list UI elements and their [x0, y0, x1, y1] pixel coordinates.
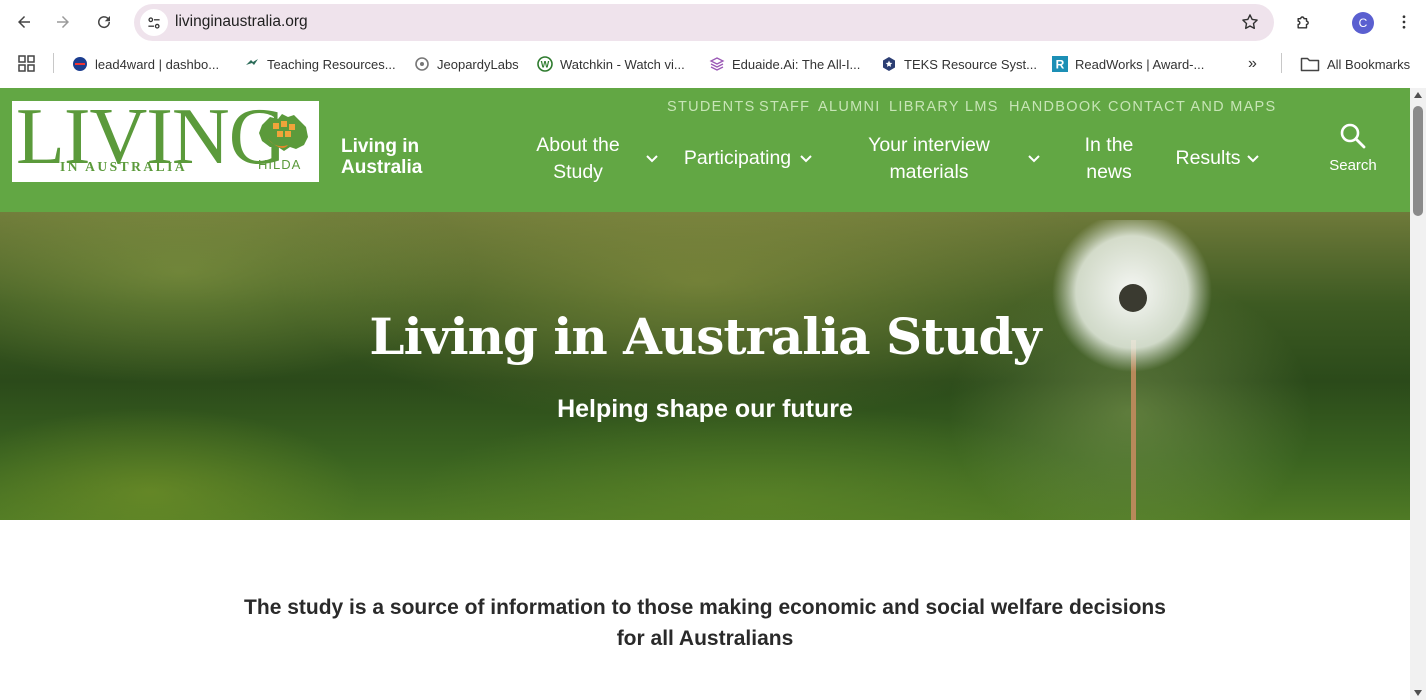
- hero-title: Living in Australia Study: [369, 307, 1041, 366]
- bookmark-lead4ward[interactable]: lead4ward | dashbo...: [72, 54, 219, 74]
- forward-arrow-icon: [57, 16, 69, 28]
- nav-participating[interactable]: Participating: [680, 145, 795, 172]
- bookmark-star-icon[interactable]: [1240, 12, 1260, 32]
- bookmarks-bar: lead4ward | dashbo... Teaching Resources…: [0, 44, 1426, 84]
- lead4ward-icon: [72, 56, 88, 72]
- teks-icon: [881, 56, 897, 72]
- chevron-down-icon[interactable]: [1246, 154, 1260, 164]
- profile-avatar[interactable]: C: [1352, 12, 1374, 34]
- bookmark-jeopardylabs[interactable]: JeopardyLabs: [414, 54, 519, 74]
- teaching-resources-icon: [244, 56, 260, 72]
- util-nav-alumni[interactable]: ALUMNI: [818, 99, 881, 117]
- nav-results[interactable]: Results: [1172, 145, 1244, 172]
- dandelion-image: [1052, 220, 1212, 520]
- site-info-button[interactable]: [140, 9, 168, 36]
- eduaide-icon: [709, 56, 725, 72]
- chevron-down-icon[interactable]: [1027, 154, 1041, 164]
- bookmark-eduaide[interactable]: Eduaide.Ai: The All-I...: [709, 54, 860, 74]
- bookmarks-overflow-button[interactable]: »: [1248, 54, 1257, 74]
- web-page: LIVING IN AUSTRALIA HILDA Living in Aust…: [0, 88, 1410, 700]
- extensions-button[interactable]: [1290, 8, 1318, 36]
- bookmark-label: ReadWorks | Award-...: [1075, 56, 1205, 72]
- all-bookmarks-label: All Bookmarks: [1327, 56, 1411, 72]
- bookmark-watchkin[interactable]: W Watchkin - Watch vi...: [537, 54, 685, 74]
- bookmarks-divider: [53, 53, 54, 73]
- browser-menu-button[interactable]: [1390, 8, 1418, 36]
- bookmark-label: Eduaide.Ai: The All-I...: [732, 56, 861, 72]
- util-nav-contact-and-maps[interactable]: CONTACT AND MAPS: [1108, 99, 1277, 117]
- bookmark-label: JeopardyLabs: [437, 56, 519, 72]
- site-name-text: Living in Australia: [341, 136, 423, 178]
- search-icon: [1340, 123, 1366, 149]
- apps-button[interactable]: [18, 54, 36, 74]
- nav-in-the-news[interactable]: In the news: [1072, 132, 1146, 186]
- watchkin-icon: W: [537, 56, 553, 72]
- bookmark-teaching-resources[interactable]: Teaching Resources...: [244, 54, 396, 74]
- nav-about-the-study[interactable]: About the Study: [526, 132, 630, 186]
- forward-button[interactable]: [48, 7, 78, 37]
- tune-icon: [148, 16, 160, 29]
- avatar-letter: C: [1358, 16, 1368, 30]
- intro-statement: The study is a source of information to …: [244, 596, 1166, 650]
- overflow-chevron-icon: »: [1248, 55, 1257, 72]
- hero-banner: Living in Australia Study Helping shape …: [0, 212, 1410, 520]
- chevron-down-icon[interactable]: [799, 154, 813, 164]
- bookmark-teks[interactable]: TEKS Resource Syst...: [881, 54, 1037, 74]
- back-arrow-icon: [18, 16, 30, 28]
- browser-chrome: livinginaustralia.org C lead4ward | dash…: [0, 0, 1426, 88]
- site-logo[interactable]: LIVING IN AUSTRALIA HILDA: [12, 97, 319, 182]
- readworks-icon: R: [1052, 56, 1068, 72]
- puzzle-icon: [1297, 16, 1309, 29]
- bookmark-readworks[interactable]: R ReadWorks | Award-...: [1052, 54, 1204, 74]
- site-header: LIVING IN AUSTRALIA HILDA Living in Aust…: [0, 88, 1410, 212]
- folder-icon: [1300, 56, 1320, 72]
- url-text: livinginaustralia.org: [175, 13, 308, 30]
- scroll-down-arrow-icon[interactable]: [1414, 690, 1422, 696]
- site-name[interactable]: Living in Australia: [341, 136, 423, 178]
- logo-hilda: HILDA: [258, 157, 302, 172]
- reload-button[interactable]: [89, 7, 119, 37]
- kebab-menu-icon: [1402, 15, 1406, 29]
- util-nav-library[interactable]: LIBRARY: [889, 99, 960, 117]
- bookmarks-divider: [1281, 53, 1282, 73]
- reload-icon: [98, 16, 111, 29]
- all-bookmarks-button[interactable]: All Bookmarks: [1300, 54, 1410, 74]
- apps-grid-icon: [18, 55, 35, 72]
- jeopardylabs-icon: [414, 56, 430, 72]
- search-label: Search: [1329, 157, 1377, 174]
- hero-subtitle: Helping shape our future: [557, 395, 853, 423]
- logo-tagline: IN AUSTRALIA: [60, 159, 188, 174]
- browser-toolbar: livinginaustralia.org C: [0, 0, 1426, 44]
- svg-text:R: R: [1056, 58, 1065, 72]
- page-scrollbar[interactable]: [1410, 88, 1426, 700]
- util-nav-lms[interactable]: LMS: [965, 99, 999, 117]
- back-button[interactable]: [9, 7, 39, 37]
- svg-text:W: W: [541, 60, 550, 70]
- bookmark-label: Watchkin - Watch vi...: [560, 56, 685, 72]
- bookmark-label: Teaching Resources...: [267, 56, 396, 72]
- bookmark-label: TEKS Resource Syst...: [904, 56, 1037, 72]
- util-nav-students[interactable]: STUDENTS: [667, 99, 756, 117]
- nav-your-interview-materials[interactable]: Your interview materials: [859, 132, 999, 186]
- address-bar[interactable]: livinginaustralia.org: [134, 4, 1274, 41]
- util-nav-handbook[interactable]: HANDBOOK: [1009, 99, 1102, 117]
- util-nav-staff[interactable]: STAFF: [759, 99, 810, 117]
- bookmark-label: lead4ward | dashbo...: [95, 56, 220, 72]
- chevron-down-icon[interactable]: [645, 154, 659, 164]
- scroll-thumb[interactable]: [1413, 106, 1423, 216]
- scroll-up-arrow-icon[interactable]: [1414, 92, 1422, 98]
- search-button[interactable]: Search: [1322, 122, 1384, 178]
- australia-map-icon: [259, 114, 308, 151]
